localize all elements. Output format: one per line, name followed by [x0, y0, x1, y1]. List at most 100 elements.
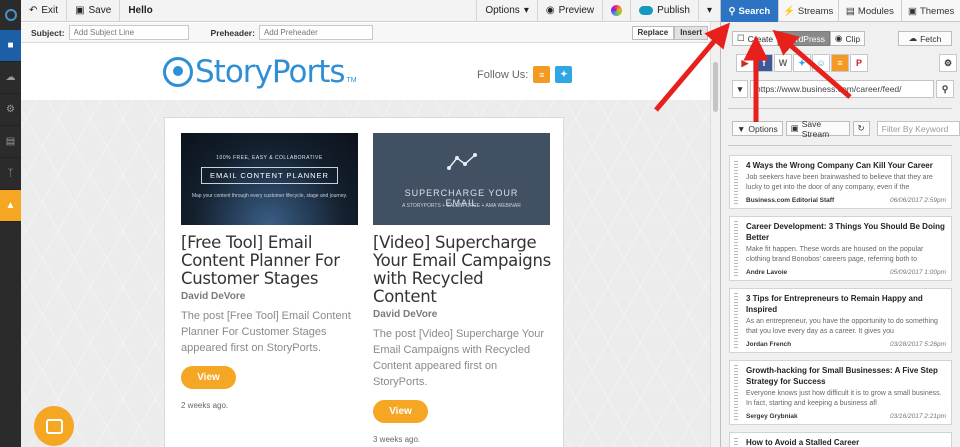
feed-item-title: Growth-hacking for Small Businesses: A F…	[746, 366, 938, 386]
tab-modules[interactable]: ▤ Modules	[839, 0, 903, 22]
caret-down-icon[interactable]: ▾	[732, 80, 748, 98]
pinterest-icon[interactable]: P	[850, 54, 868, 72]
post-age: 2 weeks ago.	[181, 401, 229, 410]
graduation-cap-icon[interactable]: ▲	[0, 190, 21, 222]
post-thumbnail[interactable]: 100% FREE, EASY & COLLABORATIVE EMAIL CO…	[181, 133, 358, 225]
search-icon[interactable]: ⚲	[936, 80, 954, 98]
feed-item-date: 03/16/2017 2:21pm	[889, 413, 946, 420]
gear-icon[interactable]: ⚙	[939, 54, 957, 72]
feed-item-title: 3 Tips for Entrepreneurs to Remain Happy…	[746, 294, 923, 314]
brand-logo: StoryPorts TM	[163, 54, 357, 90]
replace-insert-toggle: Replace Insert	[631, 25, 708, 40]
cloud-icon[interactable]: ☁	[0, 62, 21, 94]
clip-button[interactable]: ◉ Clip	[830, 31, 866, 46]
subject-row: Subject: Preheader: Replace Insert	[21, 23, 720, 43]
branch-icon[interactable]: ᛉ	[0, 158, 21, 190]
people-icon[interactable]: ☺	[812, 54, 830, 72]
feed-item-source: Sergey Grybniak	[746, 413, 798, 420]
feed-item-desc: As an entrepreneur, you have the opportu…	[746, 318, 938, 335]
options-dropdown[interactable]: Options ▾	[476, 0, 538, 22]
preview-button[interactable]: ◉ Preview	[538, 0, 604, 22]
email-header: StoryPorts TM Follow Us: ≡ ✦	[21, 44, 710, 100]
save-stream-button[interactable]: ▣ Save Stream	[785, 118, 850, 139]
stream-tools-row: ▼ Options ▣ Save Stream ↻ Filter By Keyw…	[732, 118, 960, 139]
subject-input[interactable]	[68, 25, 189, 40]
search-icon: ⚲	[728, 5, 736, 17]
integration-flower-button[interactable]	[603, 0, 632, 22]
refresh-icon: ↻	[857, 123, 865, 133]
twitter-icon[interactable]: ✦	[793, 54, 811, 72]
chat-icon[interactable]: ■	[0, 30, 21, 62]
replace-button[interactable]: Replace	[631, 25, 675, 40]
document-title[interactable]: Hello	[120, 5, 152, 16]
options-button[interactable]: ▼ Options	[732, 121, 783, 136]
post-card: 100% FREE, EASY & COLLABORATIVE EMAIL CO…	[181, 133, 359, 410]
floppy-icon: ▣	[790, 123, 799, 133]
post-excerpt: The post [Video] Supercharge Your Email …	[373, 328, 545, 388]
editor-toolbar: ↶ Exit ▣ Save Hello Options ▾ ◉ Preview …	[21, 0, 720, 22]
feed-item-desc: Make fit happen. These words are housed …	[746, 246, 924, 263]
rss-icon[interactable]: ≡	[533, 66, 551, 83]
post-thumbnail[interactable]: SUPERCHARGE YOUR EMAIL A STORYPORTS + SA…	[373, 133, 550, 225]
brand-logo-icon	[163, 57, 193, 87]
feed-item[interactable]: 4 Ways the Wrong Company Can Kill Your C…	[729, 155, 952, 209]
add-source-row: ⚙	[939, 54, 957, 72]
exit-button[interactable]: ↶ Exit	[21, 0, 68, 22]
fetch-label: Fetch	[920, 33, 942, 44]
preheader-label: Preheader:	[210, 27, 255, 38]
publish-caret-button[interactable]: ▾	[699, 0, 720, 22]
save-button[interactable]: ▣ Save	[67, 0, 121, 22]
wordpress-button[interactable]: WordPress	[778, 31, 831, 46]
feed-item-source: Business.com Editorial Staff	[746, 197, 835, 204]
options-label: Options	[748, 123, 778, 134]
feed-item-desc: Everyone knows just how difficult it is …	[746, 390, 942, 407]
post-title: [Free Tool] Email Content Planner For Cu…	[181, 233, 340, 288]
app-logo-icon[interactable]	[0, 0, 21, 30]
gear-icon[interactable]: ⚙	[0, 94, 21, 126]
clip-label: Clip	[845, 33, 861, 44]
preheader-input[interactable]	[258, 25, 373, 40]
filter-keyword-input[interactable]: Filter By Keyword	[876, 121, 960, 136]
save-label: Save	[88, 5, 112, 16]
modules-icon: ▤	[845, 5, 855, 17]
save-stream-label: Save Stream	[801, 118, 830, 139]
feed-url-input[interactable]: https://www.business.com/career/feed/	[750, 80, 934, 98]
view-button[interactable]: View	[373, 400, 428, 423]
scrollbar-thumb[interactable]	[713, 62, 718, 112]
feed-item[interactable]: Career Development: 3 Things You Should …	[729, 216, 952, 281]
document-icon[interactable]: ▤	[0, 126, 21, 158]
brand-name: StoryPorts	[195, 54, 345, 90]
feed-item-title: How to Avoid a Stalled Career	[746, 438, 860, 447]
salesforce-cloud-icon	[639, 6, 654, 15]
cloud-download-icon: ☁	[908, 33, 918, 43]
wordpress-icon[interactable]: W	[774, 54, 792, 72]
email-canvas[interactable]: StoryPorts TM Follow Us: ≡ ✦ 100% FREE, …	[21, 44, 710, 447]
brand-tm: TM	[346, 77, 357, 84]
canvas-scrollbar[interactable]	[710, 22, 720, 447]
globe-icon: ◉	[835, 33, 843, 43]
view-button[interactable]: View	[181, 366, 236, 389]
twitter-icon[interactable]: ✦	[555, 66, 573, 83]
post-author: David DeVore	[181, 291, 246, 302]
insert-button[interactable]: Insert	[674, 25, 708, 40]
post-author: David DeVore	[373, 309, 438, 320]
feed-item[interactable]: 3 Tips for Entrepreneurs to Remain Happy…	[729, 288, 952, 353]
tab-themes[interactable]: ▣ Themes	[902, 0, 960, 22]
feed-item[interactable]: How to Avoid a Stalled Career	[729, 432, 952, 447]
caret-down-icon: ▾	[706, 5, 712, 16]
feed-item-title: 4 Ways the Wrong Company Can Kill Your C…	[746, 161, 933, 170]
facebook-icon[interactable]: f	[755, 54, 773, 72]
create-button[interactable]: ☐ Create	[732, 31, 779, 46]
youtube-icon[interactable]: ▶	[736, 54, 754, 72]
feed-list: 4 Ways the Wrong Company Can Kill Your C…	[729, 155, 952, 447]
publish-button[interactable]: Publish	[631, 0, 699, 22]
feed-item[interactable]: Growth-hacking for Small Businesses: A F…	[729, 360, 952, 425]
feed-item-date: 05/09/2017 1:00pm	[889, 269, 946, 276]
chat-launcher-button[interactable]	[34, 406, 74, 446]
tab-streams[interactable]: ⚡ Streams	[779, 0, 839, 22]
tab-label: Streams	[797, 5, 834, 17]
fetch-button[interactable]: ☁ Fetch	[898, 31, 952, 46]
rss-icon[interactable]: ≡	[831, 54, 849, 72]
refresh-button[interactable]: ↻	[852, 121, 870, 136]
tab-search[interactable]: ⚲ Search	[721, 0, 779, 22]
